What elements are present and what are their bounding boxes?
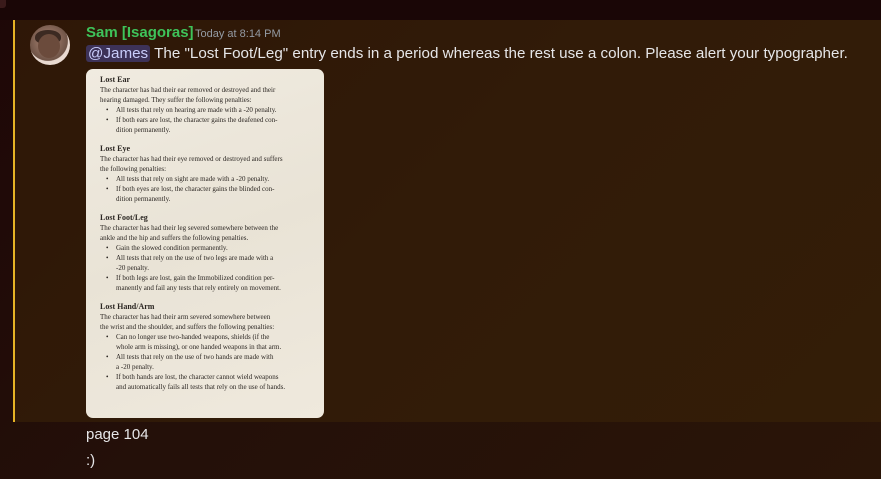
rule-bullet-line: dition permanently. [116,195,171,203]
rule-bullet: If both ears are lost, the character gai… [104,115,314,135]
rule-description-line: the following penalties: [100,165,167,173]
user-mention[interactable]: @James [86,45,151,62]
rule-bullet: If both eyes are lost, the character gai… [104,184,314,204]
rule-bullet-line: Can no longer use two-handed weapons, sh… [116,333,270,341]
rulebook-page: Lost Ear The character has had their ear … [100,75,314,392]
message-content: @James The "Lost Foot/Leg" entry ends in… [86,45,876,62]
followup-message-page: page 104 [86,426,149,443]
rule-bullet-line: All tests that rely on the use of two ha… [116,353,274,361]
rule-bullet: All tests that rely on the use of two ha… [104,352,314,372]
rule-title: Lost Eye [100,144,130,153]
rule-bullet: If both hands are lost, the character ca… [104,372,314,392]
image-attachment[interactable]: Lost Ear The character has had their ear … [86,69,324,418]
rule-description-line: The character has had their eye removed … [100,155,283,163]
rule-bullet-line: If both legs are lost, gain the Immobili… [116,274,275,282]
rule-bullet-line: All tests that rely on hearing are made … [116,106,277,114]
rule-bullet-list: All tests that rely on hearing are made … [104,105,314,135]
rule-description-line: The character has had their arm severed … [100,313,271,321]
followup-message-smiley: :) [86,452,96,469]
rule-bullet-list: Gain the slowed condition permanently. Al… [104,243,314,293]
rule-bullet-line: If both hands are lost, the character ca… [116,373,279,381]
rule-description-line: The character has had their ear removed … [100,86,276,94]
message-text: The "Lost Foot/Leg" entry ends in a peri… [154,45,848,62]
rule-description-line: the wrist and the shoulder, and suffers … [100,323,275,331]
rule-title: Lost Hand/Arm [100,302,155,311]
rule-title: Lost Foot/Leg [100,213,148,222]
avatar-face [38,34,60,58]
rule-bullet-list: All tests that rely on sight are made wi… [104,174,314,204]
rule-bullet-line: If both eyes are lost, the character gai… [116,185,275,193]
rule-bullet-line: Gain the slowed condition permanently. [116,244,228,252]
rule-section: Lost Ear The character has had their ear … [100,75,314,135]
rule-bullet-line: whole arm is missing), or one handed wea… [116,343,282,351]
rule-bullet-line: manently and fail any tests that rely en… [116,284,281,292]
rule-bullet-line: dition permanently. [116,126,171,134]
rule-bullet-line: If both ears are lost, the character gai… [116,116,278,124]
rule-section: Lost Foot/Leg The character has had their… [100,213,314,293]
rule-description-line: hearing damaged. They suffer the followi… [100,96,252,104]
rule-bullet: Gain the slowed condition permanently. [104,243,314,253]
rule-section: Lost Eye The character has had their eye … [100,144,314,204]
top-strip [0,0,881,20]
rule-bullet-line: and automatically fails all tests that r… [116,383,286,391]
rule-bullet-line: a -20 penalty. [116,363,154,371]
rule-bullet-list: Can no longer use two-handed weapons, sh… [104,332,314,392]
avatar[interactable] [30,25,70,65]
message-timestamp[interactable]: Today at 8:14 PM [195,28,281,40]
scroll-edge-nub [0,0,6,8]
rule-section: Lost Hand/Arm The character has had their… [100,302,314,392]
rule-bullet-line: -20 penalty. [116,264,149,272]
rule-bullet-line: All tests that rely on the use of two le… [116,254,274,262]
rule-bullet: If both legs are lost, gain the Immobili… [104,273,314,293]
rule-bullet: All tests that rely on hearing are made … [104,105,314,115]
author-name[interactable]: Sam [Isagoras] [86,24,194,41]
rule-bullet: Can no longer use two-handed weapons, sh… [104,332,314,352]
rule-bullet-line: All tests that rely on sight are made wi… [116,175,270,183]
rule-description-line: ankle and the hip and suffers the follow… [100,234,249,242]
rule-bullet: All tests that rely on the use of two le… [104,253,314,273]
rule-bullet: All tests that rely on sight are made wi… [104,174,314,184]
rule-title: Lost Ear [100,75,130,84]
rule-description-line: The character has had their leg severed … [100,224,279,232]
